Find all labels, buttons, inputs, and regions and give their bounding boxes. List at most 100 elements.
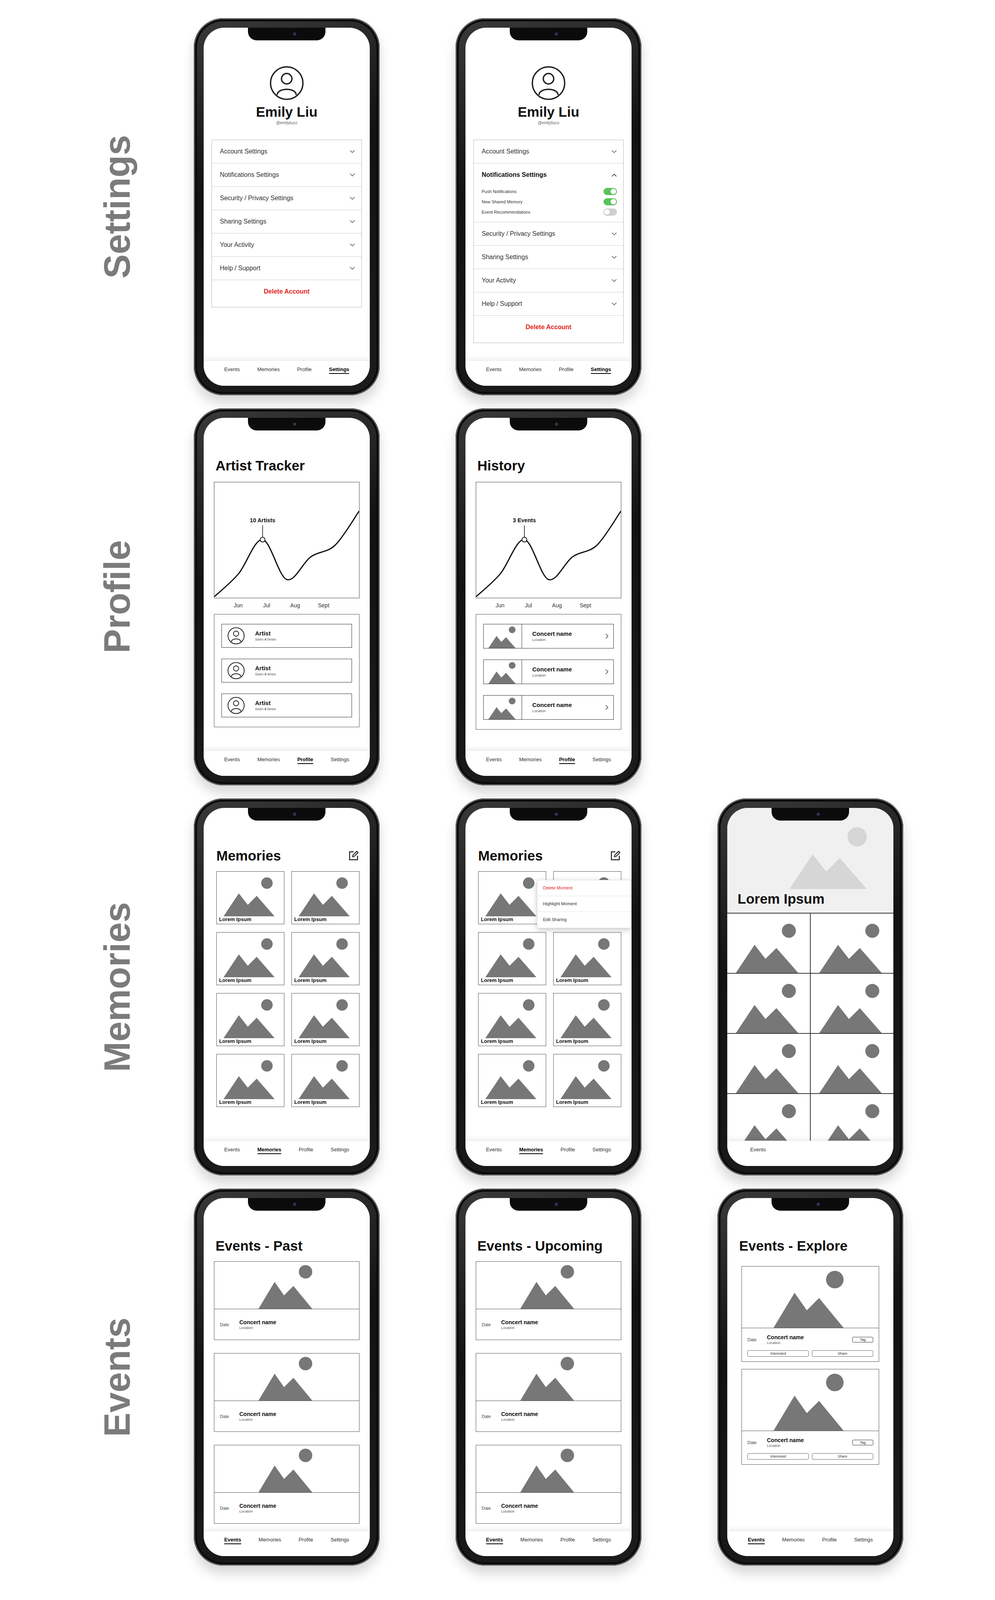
settings-menu-header[interactable]: Sharing Settings [473, 245, 624, 269]
settings-menu-header[interactable]: Security / Privacy Settings [211, 186, 362, 210]
tab-bar-item[interactable]: Events [224, 756, 241, 764]
event-card[interactable]: DateConcert nameLocation [475, 1444, 622, 1523]
memory-card[interactable]: Lorem Ipsum [553, 1053, 622, 1107]
tab-bar-item[interactable]: Settings [329, 366, 350, 374]
tab-bar-item[interactable]: Memories [519, 1146, 544, 1154]
event-card[interactable]: DateConcert nameLocation [213, 1352, 360, 1432]
chart-highlight-point[interactable] [522, 537, 527, 542]
settings-menu-header[interactable]: Account Settings [473, 139, 624, 163]
settings-menu-header[interactable]: Security / Privacy Settings [473, 222, 624, 246]
memory-card[interactable]: Lorem Ipsum [291, 931, 360, 985]
event-card[interactable]: DateConcert nameLocation [213, 1444, 360, 1523]
tab-bar-item[interactable]: Events [750, 1146, 767, 1154]
photo-cell[interactable] [810, 1093, 894, 1141]
concert-row[interactable]: Concert nameLocation [483, 659, 614, 684]
context-menu-item[interactable]: Highlight Moment [537, 895, 632, 912]
tab-bar-item[interactable]: Events [224, 1146, 241, 1154]
memory-card[interactable]: Lorem Ipsum [478, 931, 547, 985]
event-card[interactable]: DateConcert nameLocation [213, 1260, 360, 1340]
photo-cell[interactable] [810, 913, 894, 973]
user-avatar-icon[interactable] [269, 65, 305, 101]
memory-card[interactable]: Lorem Ipsum [291, 1053, 360, 1107]
artist-row[interactable]: ArtistSeen 4 times [221, 658, 352, 683]
tab-bar-item[interactable]: Profile [296, 366, 312, 374]
concert-row[interactable]: Concert nameLocation [483, 694, 614, 720]
settings-menu-header[interactable]: Notifications Settings [211, 163, 362, 187]
delete-account-button[interactable]: Delete Account [211, 279, 362, 303]
photo-cell[interactable] [727, 973, 810, 1033]
compose-icon[interactable] [347, 849, 360, 862]
tab-bar-item[interactable]: Profile [298, 1536, 314, 1544]
memory-card[interactable]: Lorem Ipsum [216, 1053, 285, 1107]
settings-menu-header[interactable]: Help / Support [211, 256, 362, 280]
tab-bar-item[interactable]: Events [486, 756, 502, 764]
tab-bar-item[interactable]: Settings [592, 1536, 611, 1544]
tab-bar-item[interactable]: Settings [590, 366, 611, 374]
compose-icon[interactable] [609, 849, 622, 862]
event-card[interactable]: DateConcert nameLocation [475, 1352, 622, 1432]
memory-card[interactable]: Lorem Ipsum [291, 870, 360, 924]
tab-bar-item[interactable]: Memories [519, 756, 542, 764]
event-card[interactable]: DateConcert nameLocationTagInterestedSha… [741, 1368, 880, 1465]
memory-card[interactable]: Lorem Ipsum [478, 870, 547, 924]
tab-bar-item[interactable]: Profile [559, 756, 576, 764]
tab-bar-item[interactable]: Memories [257, 366, 280, 374]
context-menu-item[interactable]: Edit Sharing [537, 911, 632, 927]
memory-card[interactable]: Lorem Ipsum [216, 931, 285, 985]
toggle-switch[interactable] [603, 187, 617, 195]
toggle-switch[interactable] [603, 208, 617, 216]
tab-bar-item[interactable]: Profile [560, 1146, 576, 1154]
tab-bar-item[interactable]: Events [486, 1536, 504, 1544]
tab-bar-item[interactable]: Events [224, 1536, 242, 1544]
tab-bar-item[interactable]: Profile [558, 366, 574, 374]
tab-bar-item[interactable]: Profile [297, 756, 314, 764]
event-card[interactable]: DateConcert nameLocationTagInterestedSha… [741, 1265, 880, 1362]
user-avatar-icon[interactable] [531, 65, 566, 101]
settings-menu-header[interactable]: Notifications Settings [473, 163, 624, 187]
tab-bar-item[interactable]: Settings [330, 1536, 350, 1544]
context-menu-item[interactable]: Delete Moment [537, 879, 632, 896]
photo-cell[interactable] [810, 973, 894, 1033]
tab-bar-item[interactable]: Events [747, 1536, 765, 1544]
event-action-button[interactable]: Share [811, 1349, 874, 1357]
tab-bar-item[interactable]: Profile [298, 1146, 314, 1154]
toggle-switch[interactable] [603, 198, 617, 206]
memory-card[interactable]: Lorem Ipsum [478, 992, 547, 1046]
memory-card[interactable]: Lorem Ipsum [553, 931, 622, 985]
memory-card[interactable]: Lorem Ipsum [553, 992, 622, 1046]
delete-account-button[interactable]: Delete Account [473, 315, 624, 339]
tab-bar-item[interactable]: Memories [257, 756, 280, 764]
tab-bar-item[interactable]: Settings [330, 1146, 350, 1154]
event-action-button[interactable]: Interested [747, 1452, 809, 1459]
settings-menu-header[interactable]: Your Activity [473, 268, 624, 292]
event-action-button[interactable]: Share [811, 1452, 874, 1459]
chart-highlight-point[interactable] [260, 537, 265, 542]
tab-bar-item[interactable]: Memories [518, 366, 542, 374]
artist-row[interactable]: ArtistSeen 4 times [221, 623, 352, 648]
tab-bar-item[interactable]: Profile [822, 1536, 837, 1544]
tab-bar-item[interactable]: Settings [592, 1146, 611, 1154]
memory-card[interactable]: Lorem Ipsum [291, 992, 360, 1046]
settings-menu-header[interactable]: Account Settings [211, 139, 362, 163]
memory-card[interactable]: Lorem Ipsum [478, 1053, 547, 1107]
tab-bar-item[interactable]: Memories [257, 1146, 282, 1154]
tab-bar-item[interactable]: Memories [520, 1536, 543, 1544]
event-card[interactable]: DateConcert nameLocation [475, 1260, 622, 1340]
memory-card[interactable]: Lorem Ipsum [216, 870, 285, 924]
memory-card[interactable]: Lorem Ipsum [216, 992, 285, 1046]
photo-cell[interactable] [727, 913, 810, 973]
concert-row[interactable]: Concert nameLocation [483, 623, 614, 649]
tab-bar-item[interactable]: Events [486, 366, 502, 374]
tab-bar-item[interactable]: Settings [330, 756, 350, 764]
tab-bar-item[interactable]: Events [486, 1146, 502, 1154]
tab-bar-item[interactable]: Settings [592, 756, 611, 764]
settings-menu-header[interactable]: Your Activity [211, 233, 362, 257]
tab-bar-item[interactable]: Settings [854, 1536, 873, 1544]
tab-bar-item[interactable]: Memories [258, 1536, 282, 1544]
tab-bar-item[interactable]: Events [224, 366, 241, 374]
tab-bar-item[interactable]: Profile [560, 1536, 576, 1544]
photo-cell[interactable] [727, 1033, 810, 1093]
settings-menu-header[interactable]: Sharing Settings [211, 209, 362, 233]
photo-cell[interactable] [810, 1033, 894, 1093]
tab-bar-item[interactable]: Memories [782, 1536, 805, 1544]
